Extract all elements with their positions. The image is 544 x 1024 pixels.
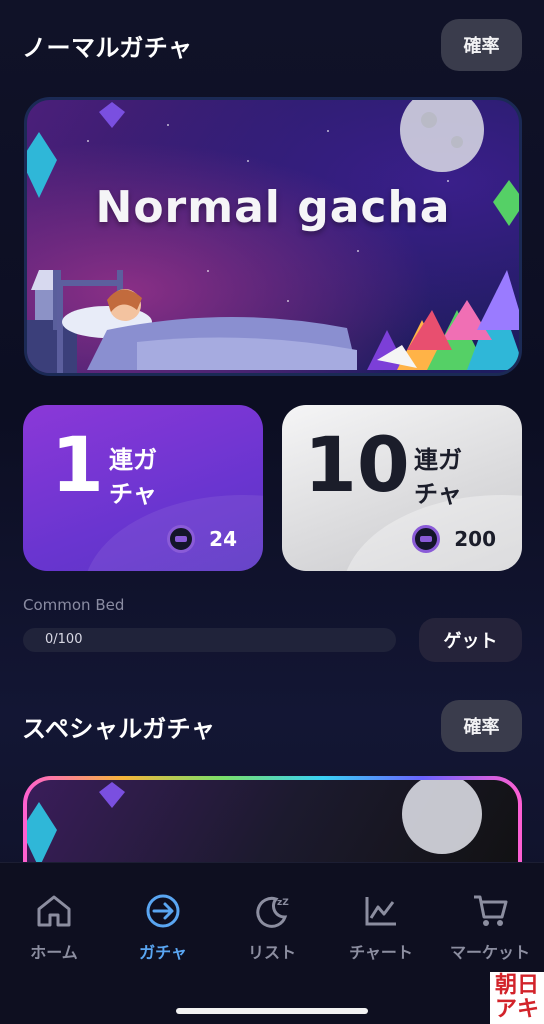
- nav-label: リスト: [247, 943, 296, 962]
- star: [167, 124, 169, 126]
- cost-value: 24: [209, 527, 237, 551]
- pull-label: 連ガチャ: [414, 446, 462, 508]
- moon-icon: [400, 100, 484, 172]
- star: [87, 140, 89, 142]
- sleeping-girl-illustration: [27, 270, 357, 373]
- pull-cost: 200: [412, 525, 496, 553]
- sleep-moon-icon: zZ: [222, 893, 322, 929]
- watermark-logo: 朝日 アキ: [490, 972, 544, 1024]
- nav-label: マーケット: [449, 943, 530, 962]
- star: [247, 160, 249, 162]
- ten-pull-card[interactable]: 10 連ガチャ 200: [282, 405, 522, 571]
- cost-value: 200: [454, 527, 496, 551]
- nav-item-gacha[interactable]: ガチャ: [113, 893, 213, 963]
- normal-gacha-title: ノーマルガチャ: [22, 33, 193, 62]
- nav-item-chart[interactable]: チャート: [331, 893, 431, 963]
- gem-icon: [99, 782, 125, 808]
- single-pull-card[interactable]: 1 連ガチャ 24: [23, 405, 263, 571]
- nav-item-list[interactable]: zZ リスト: [222, 893, 322, 963]
- normal-rate-button[interactable]: 確率: [441, 19, 522, 71]
- progress-name: Common Bed: [23, 596, 125, 614]
- nav-label: ガチャ: [139, 943, 187, 962]
- pull-count: 1: [51, 420, 104, 509]
- normal-gacha-banner[interactable]: Normal gacha: [24, 97, 522, 376]
- special-gacha-title: スペシャルガチャ: [22, 714, 216, 743]
- pull-label: 連ガチャ: [109, 446, 157, 508]
- get-button[interactable]: ゲット: [419, 618, 522, 662]
- svg-text:zZ: zZ: [277, 898, 289, 908]
- nav-item-home[interactable]: ホーム: [4, 893, 104, 963]
- special-gacha-header: スペシャルガチャ 確率: [22, 700, 522, 752]
- gacha-arrow-icon: [113, 893, 213, 929]
- moon-icon: [402, 780, 482, 854]
- home-icon: [4, 893, 104, 929]
- gem-pile-illustration: [367, 270, 519, 370]
- nav-label: チャート: [349, 943, 413, 962]
- special-rate-button[interactable]: 確率: [441, 700, 522, 752]
- bottom-nav: ホーム ガチャ zZ リスト チャート マーケット: [0, 862, 544, 1024]
- star: [327, 130, 329, 132]
- bed-token-icon: [412, 525, 441, 553]
- gem-icon: [99, 102, 125, 128]
- gem-icon: [27, 802, 57, 868]
- banner-title: Normal gacha: [95, 182, 451, 233]
- progress-text: 0/100: [45, 632, 83, 647]
- cart-icon: [440, 893, 540, 929]
- normal-gacha-header: ノーマルガチャ 確率: [22, 19, 522, 71]
- bed-token-icon: [167, 525, 196, 553]
- progress-bar: 0/100: [23, 628, 396, 652]
- pull-cost: 24: [167, 525, 237, 553]
- nav-item-market[interactable]: マーケット: [440, 893, 540, 963]
- chart-icon: [331, 893, 431, 929]
- nav-label: ホーム: [30, 943, 78, 962]
- home-indicator: [176, 1008, 368, 1014]
- pull-count: 10: [304, 420, 410, 509]
